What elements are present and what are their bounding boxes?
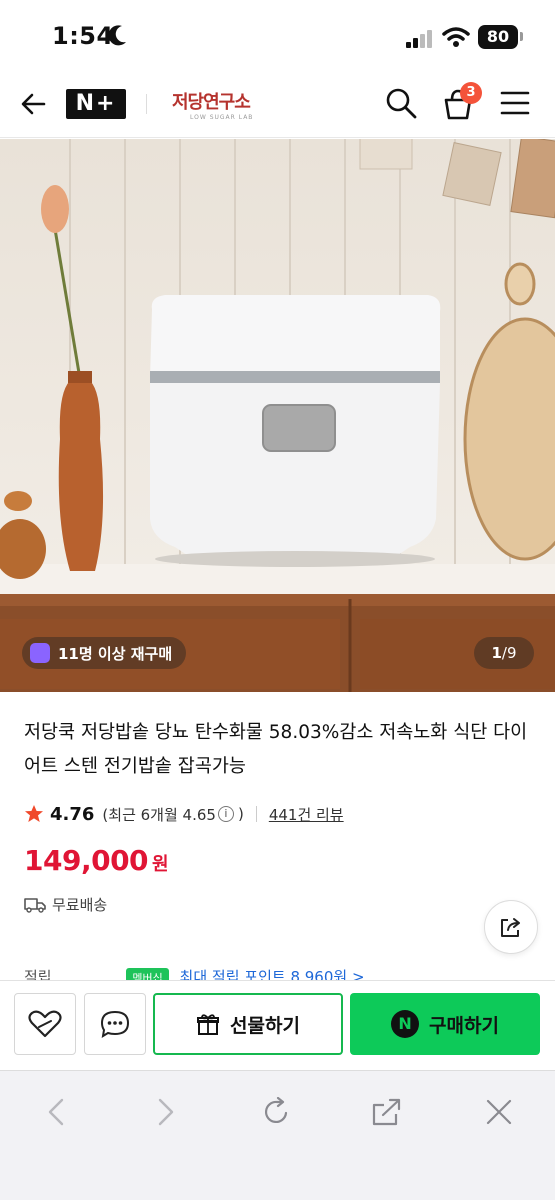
shipping-text: 무료배송 (52, 896, 108, 914)
product-title: 저당쿡 저당밥솥 당뇨 탄수화물 58.03%감소 저속노화 식단 다이어트 스… (24, 722, 528, 777)
battery-tip (520, 32, 523, 41)
search-icon[interactable] (384, 86, 418, 120)
clock: 1:54 (52, 22, 114, 50)
brand-name: 저당연구소 (172, 92, 251, 113)
image-index: 1 (491, 644, 502, 662)
rating-score: 4.76 (50, 803, 95, 825)
buy-button[interactable]: N 구매하기 (350, 993, 540, 1055)
signal-icon (406, 30, 432, 48)
recent-rating: (최근 6개월 4.65 (102, 805, 216, 824)
naver-pay-icon: N (391, 1010, 420, 1038)
brand-logo[interactable]: 저당연구소 LOW SUGAR LAB (172, 88, 262, 121)
share-icon (501, 918, 520, 937)
chat-bubble-icon (100, 1010, 130, 1038)
price-unit: 원 (152, 854, 169, 875)
product-photo (0, 139, 555, 692)
image-counter: 1/9 (474, 637, 534, 669)
rating-row: 4.76 (최근 6개월 4.65 i ) 441건 리뷰 (24, 800, 344, 828)
buy-label: 구매하기 (429, 1014, 499, 1037)
browser-back-icon[interactable] (42, 1097, 72, 1127)
image-total: /9 (501, 644, 517, 662)
wishlist-button[interactable] (14, 993, 76, 1055)
divider (255, 806, 257, 822)
truck-icon (24, 897, 46, 913)
recent-rating-close: ) (237, 805, 244, 823)
close-icon[interactable] (484, 1097, 514, 1127)
gift-button[interactable]: 선물하기 (153, 993, 343, 1055)
brand-subtitle: LOW SUGAR LAB (190, 114, 254, 121)
price: 149,000 원 (24, 844, 169, 877)
top-nav: N+ 저당연구소 LOW SUGAR LAB 3 (0, 72, 555, 138)
browser-share-icon[interactable] (372, 1097, 402, 1127)
moon-icon (108, 25, 126, 46)
reload-icon[interactable] (262, 1097, 292, 1127)
gift-label: 선물하기 (230, 1014, 300, 1037)
price-value: 149,000 (24, 844, 149, 877)
heart-icon (28, 1010, 62, 1038)
cart-count-badge: 3 (460, 82, 482, 104)
back-arrow-icon[interactable] (18, 88, 50, 120)
info-icon[interactable]: i (217, 806, 234, 822)
repurchase-badge: 11명 이상 재구매 (22, 637, 187, 669)
star-icon (25, 805, 43, 822)
nav-divider (146, 94, 147, 114)
shipping-info: 무료배송 (24, 894, 107, 915)
review-count-link[interactable]: 441건 리뷰 (269, 804, 344, 825)
purchase-action-bar: 선물하기 N 구매하기 (0, 980, 555, 1070)
share-button[interactable] (484, 900, 538, 954)
repurchase-text: 11명 이상 재구매 (58, 644, 173, 663)
repurchase-icon (30, 643, 50, 663)
browser-forward-icon[interactable] (150, 1097, 180, 1127)
wifi-icon (442, 27, 470, 47)
status-bar: 1:54 80 (0, 0, 555, 72)
product-image-carousel[interactable]: 11명 이상 재구매 1/9 (0, 139, 555, 692)
hamburger-menu-icon[interactable] (500, 90, 530, 116)
battery-indicator: 80 (478, 25, 518, 49)
gift-icon (197, 1014, 220, 1035)
chat-button[interactable] (84, 993, 146, 1055)
naver-plus-logo[interactable]: N+ (66, 89, 126, 119)
browser-toolbar (0, 1070, 555, 1200)
